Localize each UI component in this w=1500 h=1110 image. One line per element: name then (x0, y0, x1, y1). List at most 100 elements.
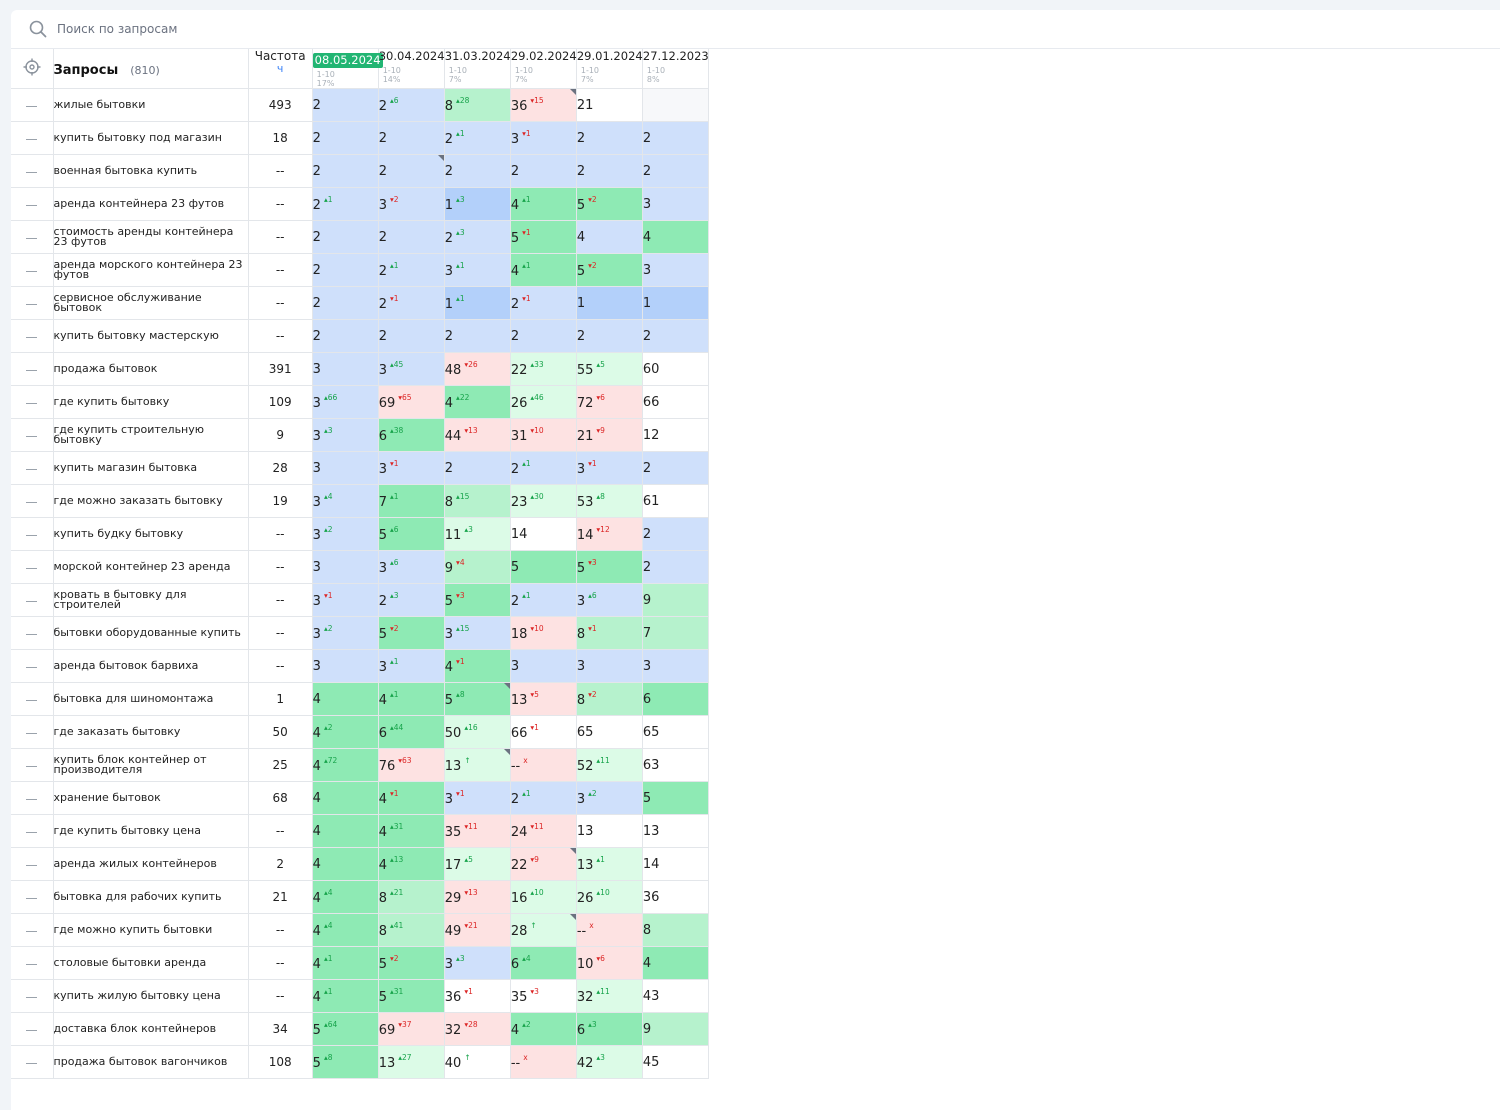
row-select-cell[interactable] (11, 121, 54, 155)
position-cell[interactable]: 5 ▾2 (377, 946, 445, 980)
position-cell[interactable]: 3 (575, 649, 643, 683)
row-select-cell[interactable] (11, 1045, 54, 1079)
position-cell[interactable]: 2 ▴1 (443, 121, 511, 155)
note-corner-icon[interactable] (437, 155, 444, 161)
query-text[interactable]: купить будку бытовку (52, 517, 249, 551)
query-text[interactable]: где можно купить бытовки (52, 913, 249, 947)
position-cell[interactable]: 2 ▴1 (509, 583, 577, 617)
search-input[interactable] (55, 21, 479, 37)
position-cell[interactable]: 2 (311, 88, 379, 122)
position-cell[interactable]: 3 (311, 550, 379, 584)
row-select-cell[interactable] (11, 352, 54, 386)
query-text[interactable]: сервисное обслуживание бытовок (52, 286, 249, 320)
position-cell[interactable]: 14 (641, 847, 710, 881)
position-cell[interactable]: 3 ▴2 (311, 517, 379, 551)
position-cell[interactable]: 2 (575, 121, 643, 155)
position-cell[interactable]: 23 ▴30 (509, 484, 577, 518)
position-cell[interactable]: 5 ▾3 (443, 583, 511, 617)
table-row[interactable]: где можно купить бытовки -- 4 ▴4 8 ▴41 49 ▾21 28… (11, 913, 710, 947)
position-cell[interactable]: -- x (509, 1045, 577, 1079)
query-text[interactable]: стоимость аренды контейнера 23 футов (52, 220, 249, 254)
position-cell[interactable]: 2 (377, 121, 445, 155)
position-cell[interactable]: 26 ▴46 (509, 385, 577, 419)
position-cell[interactable]: 63 (641, 748, 710, 782)
table-row[interactable]: бытовки оборудованные купить -- 3 ▴2 5 ▾2 3 ▴15… (11, 616, 710, 650)
position-cell[interactable]: 12 (641, 418, 710, 452)
date-column-header[interactable]: 30.04.2024 1-10 14% (377, 49, 445, 89)
row-select-cell[interactable] (11, 781, 54, 815)
position-cell[interactable]: 5 ▾3 (575, 550, 643, 584)
position-cell[interactable]: 36 ▾15 (509, 88, 577, 122)
query-text[interactable]: столовые бытовки аренда (52, 946, 249, 980)
position-cell[interactable]: 2 (443, 319, 511, 353)
position-cell[interactable]: 5 ▾2 (377, 616, 445, 650)
table-row[interactable]: бытовка для шиномонтажа 1 4 4 ▴1 5 ▴8 13 ▾5 8 ▾2 6 (11, 682, 710, 716)
position-cell[interactable]: 2 (377, 154, 445, 188)
table-row[interactable]: морской контейнер 23 аренда -- 3 3 ▴6 9 ▾4 5 5 ▾3… (11, 550, 710, 584)
row-select-cell[interactable] (11, 484, 54, 518)
position-cell[interactable]: 26 ▴10 (575, 880, 643, 914)
position-cell[interactable]: 17 ▴5 (443, 847, 511, 881)
position-cell[interactable]: 3 ▾1 (575, 451, 643, 485)
table-row[interactable]: сервисное обслуживание бытовок -- 2 2 ▾1 1 ▴1 2… (11, 286, 710, 320)
row-select-cell[interactable] (11, 880, 54, 914)
frequency-type-toggle[interactable]: ч (249, 63, 312, 75)
position-cell[interactable]: 2 ▴6 (377, 88, 445, 122)
position-cell[interactable]: 2 (641, 451, 710, 485)
position-cell[interactable]: 3 ▴3 (311, 418, 379, 452)
position-cell[interactable]: 49 ▾21 (443, 913, 511, 947)
position-cell[interactable]: 2 (311, 154, 379, 188)
row-select-cell[interactable] (11, 517, 54, 551)
position-cell[interactable]: 13 ▾5 (509, 682, 577, 716)
position-cell[interactable]: 3 ▴6 (575, 583, 643, 617)
position-cell[interactable]: 6 ▴44 (377, 715, 445, 749)
position-cell[interactable]: 7 ▴1 (377, 484, 445, 518)
query-text[interactable]: продажа бытовок (52, 352, 249, 386)
position-cell[interactable]: 2 (311, 286, 379, 320)
position-cell[interactable] (641, 88, 710, 122)
position-cell[interactable]: 2 (509, 319, 577, 353)
position-cell[interactable]: 2 (575, 154, 643, 188)
query-text[interactable]: аренда морского контейнера 23 футов (52, 253, 249, 287)
table-row[interactable]: доставка блок контейнеров 34 5 ▴64 69 ▾37 32 ▾2… (11, 1012, 710, 1046)
position-cell[interactable]: 5 ▴64 (311, 1012, 379, 1046)
position-cell[interactable]: 3 ▾2 (377, 187, 445, 221)
query-text[interactable]: жилые бытовки (52, 88, 249, 122)
table-row[interactable]: где купить бытовку цена -- 4 4 ▴31 35 ▾11 24 ▾11… (11, 814, 710, 848)
table-row[interactable]: столовые бытовки аренда -- 4 ▴1 5 ▾2 3 ▴3 6 ▴4 10 ▾… (11, 946, 710, 980)
position-cell[interactable]: 2 (641, 154, 710, 188)
position-cell[interactable]: 5 (509, 550, 577, 584)
position-cell[interactable]: 66 ▾1 (509, 715, 577, 749)
position-cell[interactable]: 2 ▴1 (377, 253, 445, 287)
position-cell[interactable]: 2 (641, 121, 710, 155)
position-cell[interactable]: 28 ↑ (509, 913, 577, 947)
position-cell[interactable]: 5 ▾2 (575, 253, 643, 287)
position-cell[interactable]: 3 (311, 352, 379, 386)
note-corner-icon[interactable] (503, 749, 510, 755)
position-cell[interactable]: 43 (641, 979, 710, 1013)
table-row[interactable]: где можно заказать бытовку 19 3 ▴4 7 ▴1 8 ▴15 23… (11, 484, 710, 518)
position-cell[interactable]: 2 (311, 253, 379, 287)
position-cell[interactable]: 2 (575, 319, 643, 353)
position-cell[interactable]: 48 ▾26 (443, 352, 511, 386)
note-corner-icon[interactable] (569, 89, 576, 95)
note-corner-icon[interactable] (569, 914, 576, 920)
position-cell[interactable]: 61 (641, 484, 710, 518)
query-text[interactable]: морской контейнер 23 аренда (52, 550, 249, 584)
position-cell[interactable]: 9 (641, 1012, 710, 1046)
date-column-header[interactable]: 08.05.2024 1-10 17% (311, 49, 383, 89)
table-row[interactable]: военная бытовка купить -- 2 2 2 2 2 2 (11, 154, 710, 188)
position-cell[interactable]: 4 ▴1 (377, 682, 445, 716)
position-cell[interactable]: 6 ▴3 (575, 1012, 643, 1046)
position-cell[interactable]: 1 ▴1 (443, 286, 511, 320)
row-select-cell[interactable] (11, 253, 54, 287)
position-cell[interactable]: 7 (641, 616, 710, 650)
position-cell[interactable]: 44 ▾13 (443, 418, 511, 452)
table-row[interactable]: купить будку бытовку -- 3 ▴2 5 ▴6 11 ▴3 14 14 ▾12 2 (11, 517, 710, 551)
position-cell[interactable]: 4 ▴1 (509, 253, 577, 287)
position-cell[interactable]: 4 ▴2 (311, 715, 379, 749)
table-row[interactable]: где заказать бытовку 50 4 ▴2 6 ▴44 50 ▴16 66 ▾1 65… (11, 715, 710, 749)
position-cell[interactable]: 22 ▾9 (509, 847, 577, 881)
row-select-cell[interactable] (11, 946, 54, 980)
position-cell[interactable]: 2 (311, 319, 379, 353)
